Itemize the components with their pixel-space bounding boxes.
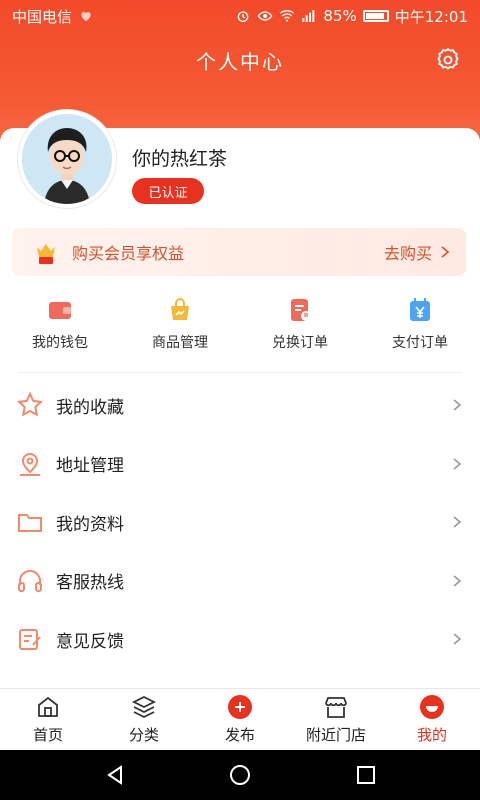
location-icon [20,452,40,476]
gear-icon[interactable] [434,46,462,74]
chevron-right-icon [453,516,462,528]
title-bar: 个人中心 [0,32,480,88]
bottom-tab-bar: 首页 分类 发布 附近门店 我的 [0,688,480,750]
menu-item-address[interactable]: 地址管理 [0,435,480,494]
eye-icon [257,8,273,24]
carrier-label: 中国电信 [12,7,73,26]
quick-action-label: 我的钱包 [32,335,88,351]
avatar[interactable] [18,110,116,208]
vip-banner[interactable]: 购买会员享权益 去购买 [12,228,466,276]
tab-nearby-stores[interactable]: 附近门店 [288,689,384,750]
store-icon [325,697,347,718]
vip-buy-label: 去购买 [383,244,432,263]
tab-publish[interactable]: 发布 [192,689,288,750]
yen-calendar-icon [410,298,430,321]
tab-label: 发布 [224,726,255,744]
tab-profile[interactable]: 我的 [384,689,480,750]
quick-action-products[interactable]: 商品管理 [120,296,240,366]
clock: 中午12:01 [394,7,468,26]
menu-list: 我的收藏 地址管理 我的资料 客服热线 意见反馈 [0,376,480,669]
tab-label: 附近门店 [305,726,366,744]
quick-action-wallet[interactable]: 我的钱包 [0,296,120,366]
document-icon [291,299,311,321]
chevron-right-icon [453,399,462,411]
quick-action-redeem-orders[interactable]: 兑换订单 [240,296,360,366]
menu-item-support[interactable]: 客服热线 [0,552,480,611]
wallet-icon [49,302,71,319]
menu-item-label: 客服热线 [56,573,124,594]
tab-categories[interactable]: 分类 [96,689,192,750]
menu-item-profile[interactable]: 我的资料 [0,493,480,552]
chevron-right-icon [441,246,450,258]
menu-item-label: 意见反馈 [56,631,124,652]
page-title: 个人中心 [196,49,284,74]
status-bar: 中国电信 85% 中午12:01 [0,0,480,32]
folder-icon [18,514,42,533]
battery-percent: 85% [323,7,357,25]
signal-icon [301,8,317,24]
divider [18,372,462,373]
headset-icon [18,569,42,592]
alarm-icon [235,8,251,24]
menu-item-label: 我的收藏 [56,397,124,418]
tab-home[interactable]: 首页 [0,689,96,750]
feedback-icon [19,629,41,651]
vip-text: 购买会员享权益 [72,244,185,263]
crown-gift-icon [32,238,60,266]
tab-label: 我的 [416,726,447,744]
home-circle-icon[interactable] [229,764,251,786]
battery-icon [362,10,389,22]
wifi-icon [279,8,295,24]
quick-actions: 我的钱包 商品管理 兑换订单 支付订单 [0,296,480,366]
chevron-right-icon [453,575,462,587]
username: 你的热红茶 [132,148,228,170]
chevron-right-icon [453,633,462,645]
quick-action-label: 支付订单 [392,335,448,351]
back-icon[interactable] [104,764,126,786]
plus-circle-icon [228,695,252,719]
tab-label: 首页 [32,726,63,744]
tab-label: 分类 [128,726,159,744]
menu-item-feedback[interactable]: 意见反馈 [0,610,480,669]
bag-icon [171,298,189,320]
profile-icon [420,695,444,719]
chevron-right-icon [453,458,462,470]
quick-action-label: 兑换订单 [272,335,328,351]
menu-item-favorites[interactable]: 我的收藏 [0,376,480,435]
recents-icon[interactable] [355,764,377,786]
heart-icon [78,8,94,24]
quick-action-label: 商品管理 [152,335,208,351]
vip-buy-link[interactable]: 去购买 [384,240,452,264]
quick-action-payment-orders[interactable]: 支付订单 [360,296,480,366]
menu-item-label: 我的资料 [56,514,124,535]
home-icon [38,696,58,717]
layers-icon [131,695,157,719]
menu-item-label: 地址管理 [56,456,124,477]
star-icon [16,391,44,417]
verified-badge: 已认证 [132,178,204,204]
system-nav-bar [0,750,480,800]
